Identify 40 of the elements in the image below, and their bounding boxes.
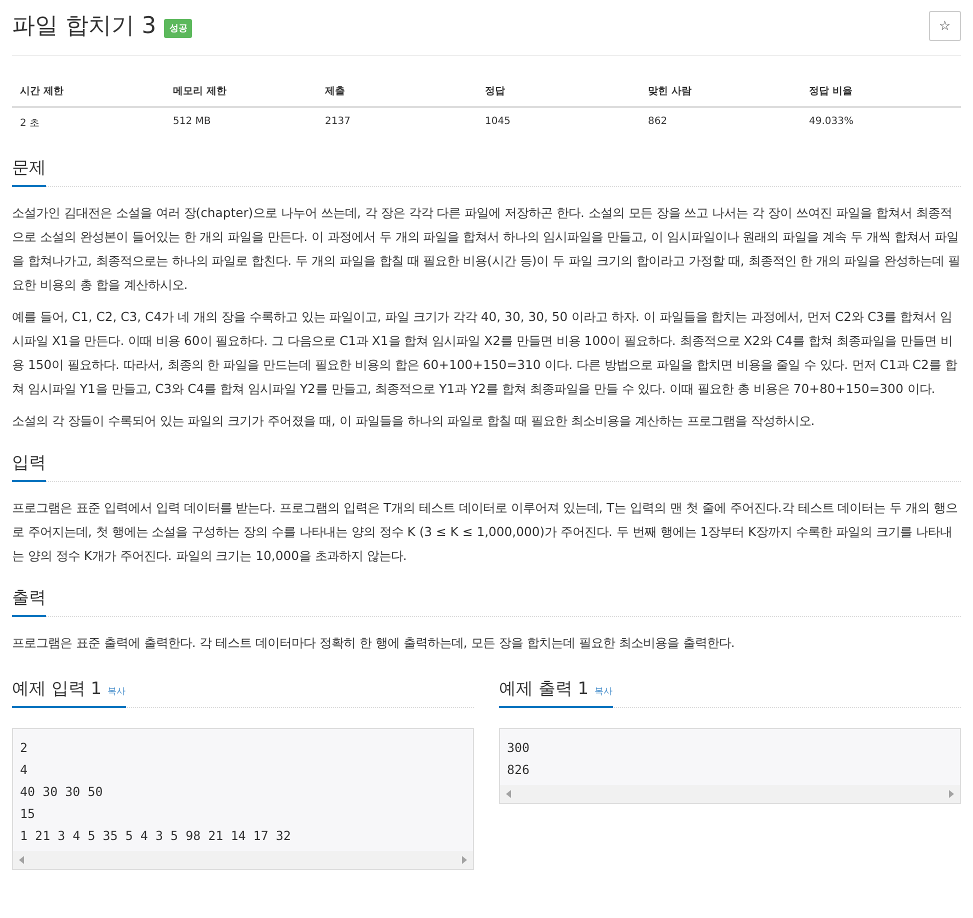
table-header: 시간 제한 — [12, 76, 165, 108]
table-header: 메모리 제한 — [165, 76, 317, 108]
table-cell-text: 2 초 — [19, 117, 41, 131]
code-line: 2 — [20, 739, 29, 757]
sample-heading: 예제 입력 1 — [12, 678, 102, 700]
code-line: 15 — [20, 805, 36, 823]
problem-title: 파일 합치기 3 — [12, 12, 156, 41]
table-cell-text: 862 — [647, 115, 668, 129]
section-heading: 출력 — [12, 586, 46, 617]
section-heading: 문제 — [12, 156, 46, 187]
paragraph: 예를 들어, C1, C2, C3, C4가 네 개의 장을 수록하고 있는 파일이고, 파일 크기가 각각 40, 30, 30, 50 이라고 하자. 이 파일들을 합치는 과정에서, 먼저 C2와 C3를 합쳐서 임시파일 X1을 만든다. 이때 비용 60이 필요하다. 그 다음으로 C1과 X1을 합쳐 임시파일 X2를 만들면 비용 100이 필요하다. 최종적으로 X2와 C4를 합쳐 최종파일을 만들면 비용 150이 필요하다. 따라서, 최종의 한 파일을 만드는데 필요한 비용의 합은 60+100+150=310 이다. 다른 방법으로 파일을 합치면 비용을 줄일 수 있다. 먼저 C1과 C2를 합쳐 임시파일 Y1을 만들고, C3와 C4를 합쳐 임시파일 Y2를 만들고, 최종적으로 Y1과 Y2를 합쳐 최종파일을 만들 수 있다. 이때 필요한 총 비용은 70+80+150=300 이다. — [12, 308, 958, 398]
sample-heading: 예제 출력 1 — [499, 678, 589, 700]
table-header: 정답 비율 — [801, 76, 961, 108]
copy-link[interactable]: 복사 — [594, 685, 613, 698]
table-header: 제출 — [317, 76, 477, 108]
code-line: 40 30 30 50 — [20, 783, 104, 801]
horizontal-scrollbar[interactable] — [500, 785, 960, 803]
status-badge: 성공 — [164, 19, 192, 38]
paragraph: 프로그램은 표준 입력에서 입력 데이터를 받는다. 프로그램의 입력은 T개의 테스트 데이터로 이루어져 있는데, T는 입력의 맨 첫 줄에 주어진다.각 테스트 데이터는 두 개의 행으로 주어지는데, 첫 행에는 소설을 구성하는 장의 수를 나타내는 양의 정수 K (3 ≤ K ≤ 1,000,000)가 주어진다. 두 번째 행에는 1장부터 K장까지 수록한 파일의 크기를 나타내는 양의 정수 K개가 주어진다. 파일의 크기는 10,000을 초과하지 않는다. — [12, 499, 959, 565]
table-cell-text: 2137 — [324, 115, 352, 129]
scroll-right-icon[interactable] — [462, 856, 467, 864]
scroll-left-icon[interactable] — [19, 856, 24, 864]
copy-link[interactable]: 복사 — [108, 685, 126, 698]
scroll-left-icon[interactable] — [506, 790, 511, 798]
star-button[interactable]: ☆ — [929, 10, 961, 40]
table-header: 정답 — [477, 76, 640, 108]
section-heading: 입력 — [12, 451, 46, 482]
horizontal-scrollbar[interactable] — [13, 851, 473, 869]
code-line: 4 — [20, 761, 29, 779]
paragraph: 소설의 각 장들이 수록되어 있는 파일의 크기가 주어졌을 때, 이 파일들을 하나의 파일로 합칠 때 필요한 최소비용을 계산하는 프로그램을 작성하시오. — [12, 412, 816, 430]
code-line: 300 — [507, 739, 531, 757]
paragraph: 소설가인 김대전은 소설을 여러 장(chapter)으로 나누어 쓰는데, 각 장은 각각 다른 파일에 저장하곤 한다. 소설의 모든 장을 쓰고 나서는 각 장이 쓰여진 파일을 합쳐서 최종적으로 소설의 완성본이 들어있는 한 개의 파일을 만든다. 이 과정에서 두 개의 파일을 합쳐서 하나의 임시파일을 만들고, 이 임시파일이나 원래의 파일을 계속 두 개씩 합쳐서 파일을 합쳐나가고, 최종적으로는 하나의 파일로 합친다. 두 개의 파일을 합칠 때 필요한 비용(시간 등)이 두 파일 크기의 합이라고 가정할 때, 최종적인 한 개의 파일을 완성하는데 필요한 비용의 총 합을 계산하시오. — [12, 204, 961, 294]
table-cell-text: 1045 — [484, 115, 512, 129]
scroll-right-icon[interactable] — [949, 790, 954, 798]
code-line: 1 21 3 4 5 35 5 4 3 5 98 21 14 17 32 — [20, 827, 292, 845]
table-header: 맞힌 사람 — [640, 76, 801, 108]
paragraph: 프로그램은 표준 출력에 출력한다. 각 테스트 데이터마다 정확히 한 행에 출력하는데, 모든 장을 합치는데 필요한 최소비용을 출력한다. — [12, 634, 736, 652]
table-cell-text: 512 MB — [172, 115, 212, 129]
table-cell-text: 49.033% — [808, 115, 854, 129]
code-line: 826 — [507, 761, 531, 779]
